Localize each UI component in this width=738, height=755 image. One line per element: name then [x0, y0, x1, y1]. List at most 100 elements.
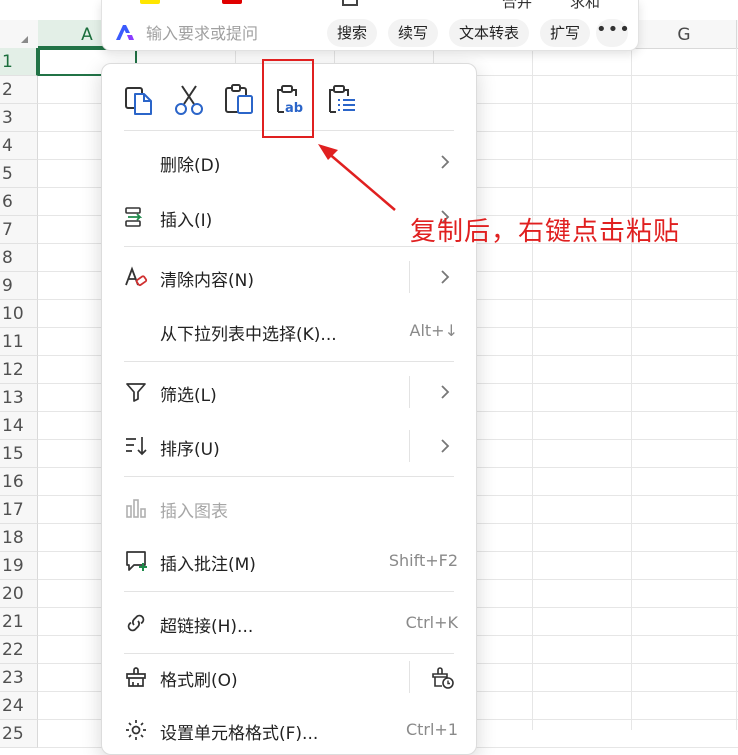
row-header-3[interactable]: 3 [0, 104, 38, 132]
submenu-divider [409, 261, 410, 293]
copy-icon [125, 87, 152, 115]
paste-values-highlight-box [262, 59, 314, 138]
menu-item-filter[interactable]: 筛选(L) [102, 372, 476, 412]
annotation-text: 复制后，右键点击粘贴 [410, 217, 681, 247]
merge-button[interactable]: 合并 [502, 0, 532, 12]
ai-chip-expand[interactable]: 扩写 [540, 19, 591, 47]
menu-item-label: 清除内容(N) [160, 271, 254, 291]
menu-item-shortcut: Alt+↓ [409, 321, 458, 340]
menu-item-format-painter[interactable]: 格式刷(O) [102, 657, 476, 697]
sum-button[interactable]: 求和 [570, 0, 600, 12]
paste-special-icon [329, 85, 355, 113]
gear-icon [126, 720, 146, 740]
menu-separator [124, 653, 454, 654]
menu-item-hyperlink[interactable]: 超链接(H)... Ctrl+K [102, 603, 476, 643]
insert-rows-icon [125, 207, 143, 227]
chevron-right-icon [441, 270, 450, 284]
grid-vline [736, 48, 737, 730]
menu-item-clear-contents[interactable]: 清除内容(N) [102, 257, 476, 297]
row-header-17[interactable]: 17 [0, 496, 38, 524]
row-header-8[interactable]: 8 [0, 244, 38, 272]
submenu-divider [409, 430, 410, 462]
format-painter-lock-icon[interactable] [429, 664, 455, 690]
row-header-10[interactable]: 10 [0, 300, 38, 328]
row-header-23[interactable]: 23 [0, 664, 38, 692]
clear-format-icon [125, 266, 148, 287]
menu-item-label: 排序(U) [160, 440, 220, 460]
highlight-color-swatch[interactable] [140, 0, 160, 4]
row-header-5[interactable]: 5 [0, 160, 38, 188]
row-header-15[interactable]: 15 [0, 440, 38, 468]
copy-button[interactable] [122, 82, 156, 116]
menu-separator [124, 246, 454, 247]
chevron-right-icon [441, 155, 450, 169]
comment-icon [126, 551, 147, 571]
menu-item-label: 插入图表 [160, 502, 228, 522]
ai-chip-continue[interactable]: 续写 [388, 19, 439, 47]
row-header-13[interactable]: 13 [0, 384, 38, 412]
filter-icon [126, 383, 146, 402]
ai-prompt-input[interactable]: 输入要求或提问 [146, 20, 258, 44]
menu-item-delete[interactable]: 删除(D) [102, 142, 476, 182]
ai-chip-search[interactable]: 搜索 [327, 19, 378, 47]
row-header-4[interactable]: 4 [0, 132, 38, 160]
submenu-divider [409, 661, 410, 693]
sort-icon [126, 437, 147, 456]
font-color-swatch[interactable] [222, 0, 242, 4]
row-header-16[interactable]: 16 [0, 468, 38, 496]
row-header-20[interactable]: 20 [0, 580, 38, 608]
menu-item-label: 从下拉列表中选择(K)... [160, 325, 337, 345]
chevron-right-icon [441, 439, 450, 453]
menu-item-label: 筛选(L) [160, 386, 217, 406]
paste-icon [225, 84, 253, 114]
submenu-divider [409, 376, 410, 408]
menu-item-label: 格式刷(O) [160, 671, 238, 691]
menu-separator [124, 591, 454, 592]
menu-item-pick-from-list[interactable]: 从下拉列表中选择(K)... Alt+↓ [102, 311, 476, 351]
row-header-24[interactable]: 24 [0, 692, 38, 720]
ai-assistant-toolbar: 合并 求和 输入要求或提问 搜索 续写 文本转表 扩写 ••• [101, 0, 639, 51]
select-all-triangle-icon [20, 36, 28, 43]
menu-item-insert-chart: 插入图表 [102, 488, 476, 528]
row-header-14[interactable]: 14 [0, 412, 38, 440]
menu-separator [124, 476, 454, 477]
row-header-12[interactable]: 12 [0, 356, 38, 384]
row-header-19[interactable]: 19 [0, 552, 38, 580]
grid-vline [532, 48, 533, 730]
ai-logo-icon [116, 25, 134, 40]
row-header-2[interactable]: 2 [0, 76, 38, 104]
menu-item-label: 设置单元格格式(F)... [160, 724, 319, 744]
row-header-21[interactable]: 21 [0, 608, 38, 636]
column-header-g[interactable]: G [632, 20, 737, 48]
ai-chip-text-to-table[interactable]: 文本转表 [449, 19, 530, 47]
row-header-7[interactable]: 7 [0, 216, 38, 244]
row-header-9[interactable]: 9 [0, 272, 38, 300]
row-header-11[interactable]: 11 [0, 328, 38, 356]
menu-item-label: 插入(I) [160, 211, 213, 231]
menu-item-shortcut: Ctrl+K [405, 613, 458, 632]
menu-item-label: 插入批注(M) [160, 555, 256, 575]
row-header-18[interactable]: 18 [0, 524, 38, 552]
menu-item-label: 删除(D) [160, 156, 221, 176]
menu-item-sort[interactable]: 排序(U) [102, 426, 476, 466]
menu-item-label: 超链接(H)... [160, 617, 254, 637]
row-header-25[interactable]: 25 [0, 720, 38, 748]
paste-button[interactable] [222, 82, 256, 116]
paste-special-button[interactable] [324, 82, 358, 116]
menu-item-insert-comment[interactable]: 插入批注(M) Shift+F2 [102, 541, 476, 581]
row-header-6[interactable]: 6 [0, 188, 38, 216]
format-painter-icon [126, 667, 146, 687]
border-icon[interactable] [342, 0, 358, 6]
menu-item-format-cells[interactable]: 设置单元格格式(F)... Ctrl+1 [102, 710, 476, 750]
cut-button[interactable] [172, 82, 206, 116]
row-header-1[interactable]: 1 [0, 48, 38, 76]
select-all-corner[interactable] [0, 20, 39, 48]
toolbar-top-partial: 合并 求和 [102, 0, 638, 12]
link-icon [127, 614, 145, 632]
menu-separator [124, 361, 454, 362]
grid-vline [631, 48, 632, 730]
chevron-right-icon [441, 385, 450, 399]
more-options-button[interactable]: ••• [596, 19, 630, 47]
cut-icon [175, 85, 203, 115]
row-header-22[interactable]: 22 [0, 636, 38, 664]
